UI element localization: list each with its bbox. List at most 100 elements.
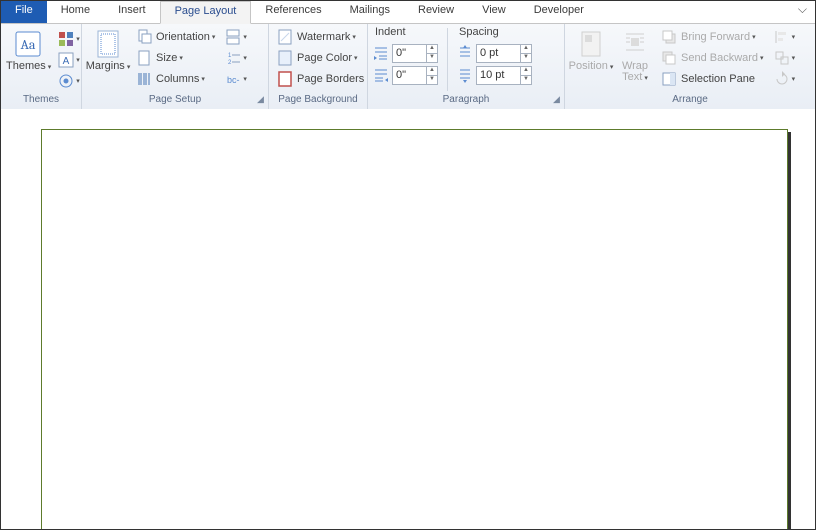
paragraph-launcher[interactable]: ◢ <box>551 94 562 105</box>
group-page-setup-label: Page Setup <box>149 94 201 105</box>
margins-button[interactable]: Margins▾ <box>87 27 129 73</box>
margins-icon <box>95 29 121 59</box>
page-borders-icon <box>277 71 293 87</box>
orientation-button[interactable]: Orientation ▾ <box>133 27 218 47</box>
ribbon: Aa Themes▾ ▾ A▾ ▾ Themes Margins▾ <box>1 24 815 110</box>
spin-down-icon[interactable]: ▼ <box>426 75 437 84</box>
orientation-icon <box>136 29 152 45</box>
spin-down-icon[interactable]: ▼ <box>426 53 437 62</box>
page-setup-launcher[interactable]: ◢ <box>255 94 266 105</box>
themes-icon: Aa <box>14 29 44 59</box>
send-backward-icon <box>661 50 677 66</box>
svg-text:bc-: bc- <box>227 75 240 85</box>
tab-home[interactable]: Home <box>47 1 104 23</box>
group-paragraph-label: Paragraph <box>443 94 490 105</box>
spacing-before-field[interactable]: ▲▼ <box>476 44 532 63</box>
hyphenation-icon: bc- <box>225 71 241 87</box>
spin-up-icon[interactable]: ▲ <box>520 45 531 53</box>
spacing-after-input[interactable] <box>477 69 520 81</box>
group-themes: Aa Themes▾ ▾ A▾ ▾ Themes <box>1 24 82 109</box>
hyphenation-button[interactable]: bc-▾ <box>222 69 250 89</box>
theme-effects-button[interactable]: ▾ <box>55 71 83 91</box>
tab-developer[interactable]: Developer <box>520 1 598 23</box>
indent-left-icon <box>373 45 389 61</box>
group-page-setup: Margins▾ Orientation ▾ Size ▾ Columns ▾ … <box>82 24 269 109</box>
spin-up-icon[interactable]: ▲ <box>520 67 531 75</box>
spacing-after-icon <box>457 67 473 83</box>
line-numbers-button[interactable]: 12▾ <box>222 48 250 68</box>
spacing-title: Spacing <box>459 26 532 38</box>
position-button[interactable]: Position▾ <box>570 27 612 73</box>
indent-right-icon <box>373 67 389 83</box>
page-borders-button[interactable]: Page Borders <box>274 69 367 89</box>
size-icon <box>136 50 152 66</box>
ribbon-tabbar: File Home Insert Page Layout References … <box>1 1 815 24</box>
theme-colors-button[interactable]: ▾ <box>55 29 83 49</box>
svg-text:1: 1 <box>228 53 232 59</box>
tab-page-layout[interactable]: Page Layout <box>160 1 252 24</box>
document-page[interactable] <box>41 129 788 529</box>
spin-down-icon[interactable]: ▼ <box>520 75 531 84</box>
send-backward-button[interactable]: Send Backward ▾ <box>658 48 767 68</box>
word-window: File Home Insert Page Layout References … <box>0 0 816 530</box>
group-button[interactable]: ▾ <box>771 48 799 68</box>
tab-review[interactable]: Review <box>404 1 468 23</box>
bring-forward-icon <box>661 29 677 45</box>
selection-pane-button[interactable]: Selection Pane <box>658 69 767 89</box>
rotate-button[interactable]: ▾ <box>771 69 799 89</box>
tab-mailings[interactable]: Mailings <box>336 1 404 23</box>
wrap-text-icon <box>622 29 648 59</box>
group-icon <box>774 50 790 66</box>
separator <box>447 28 448 91</box>
breaks-icon <box>225 29 241 45</box>
group-themes-label: Themes <box>23 94 59 105</box>
group-page-background: Watermark ▾ Page Color ▾ Page Borders Pa… <box>269 24 368 109</box>
page-color-button[interactable]: Page Color ▾ <box>274 48 367 68</box>
group-arrange: Position▾ Wrap Text▾ Bring Forward ▾ Sen… <box>565 24 815 109</box>
spin-up-icon[interactable]: ▲ <box>426 67 437 75</box>
page-color-icon <box>277 50 293 66</box>
align-icon <box>774 29 790 45</box>
themes-button[interactable]: Aa Themes▾ <box>6 27 51 73</box>
selection-pane-icon <box>661 71 677 87</box>
themes-label: Themes <box>6 60 46 72</box>
theme-fonts-icon: A <box>58 52 74 68</box>
breaks-button[interactable]: ▾ <box>222 27 250 47</box>
theme-fonts-button[interactable]: A▾ <box>55 50 83 70</box>
spacing-before-icon <box>457 45 473 61</box>
spin-down-icon[interactable]: ▼ <box>520 53 531 62</box>
margins-label: Margins <box>86 60 125 72</box>
columns-button[interactable]: Columns ▾ <box>133 69 218 89</box>
minimize-ribbon-icon[interactable]: ⌵ <box>790 1 815 23</box>
tab-references[interactable]: References <box>251 1 335 23</box>
position-label: Position <box>569 60 608 72</box>
rotate-icon <box>774 71 790 87</box>
svg-text:2: 2 <box>228 60 232 66</box>
group-paragraph: Indent ▲▼ ▲▼ Spacing ▲▼ <box>368 24 565 109</box>
indent-left-input[interactable] <box>393 47 426 59</box>
wrap-text-button[interactable]: Wrap Text▾ <box>616 27 654 84</box>
tab-file[interactable]: File <box>1 1 47 23</box>
columns-icon <box>136 71 152 87</box>
spin-up-icon[interactable]: ▲ <box>426 45 437 53</box>
size-button[interactable]: Size ▾ <box>133 48 218 68</box>
watermark-button[interactable]: Watermark ▾ <box>274 27 367 47</box>
document-workspace[interactable] <box>1 109 815 529</box>
indent-left-field[interactable]: ▲▼ <box>392 44 438 63</box>
theme-effects-icon <box>58 73 74 89</box>
group-arrange-label: Arrange <box>672 94 708 105</box>
line-numbers-icon: 12 <box>225 50 241 66</box>
spacing-before-input[interactable] <box>477 47 520 59</box>
indent-title: Indent <box>375 26 438 38</box>
svg-text:Aa: Aa <box>20 36 35 53</box>
align-button[interactable]: ▾ <box>771 27 799 47</box>
svg-text:A: A <box>63 56 70 67</box>
tab-view[interactable]: View <box>468 1 520 23</box>
bring-forward-button[interactable]: Bring Forward ▾ <box>658 27 767 47</box>
indent-right-input[interactable] <box>393 69 426 81</box>
watermark-icon <box>277 29 293 45</box>
group-page-background-label: Page Background <box>278 94 358 105</box>
spacing-after-field[interactable]: ▲▼ <box>476 66 532 85</box>
indent-right-field[interactable]: ▲▼ <box>392 66 438 85</box>
tab-insert[interactable]: Insert <box>104 1 160 23</box>
